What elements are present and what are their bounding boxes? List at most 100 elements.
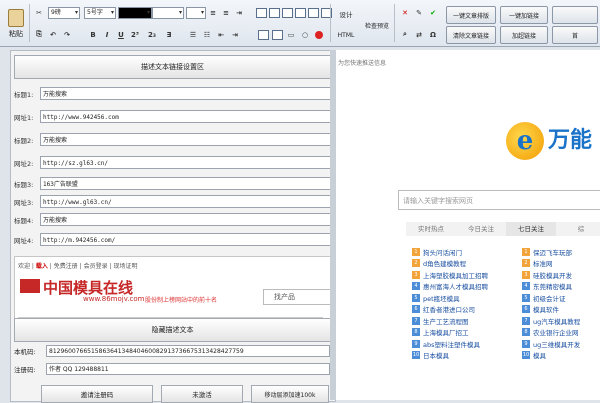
url-input-1[interactable]: http://www.942456.com [40, 110, 332, 123]
check-icon[interactable]: ✔ [426, 6, 440, 19]
news-link[interactable]: 上海塑胶模具加工招聘 [423, 270, 488, 280]
speed-button[interactable]: 移动层添加速100k [251, 385, 329, 403]
text-color-select[interactable] [118, 7, 152, 19]
italic-icon[interactable]: I [100, 28, 114, 41]
table-icon[interactable] [280, 6, 294, 19]
news-link[interactable]: 保迈飞车玩部 [533, 247, 572, 257]
hyperlink-button[interactable]: 加超链接 [500, 26, 548, 44]
outdent-icon[interactable]: ⇤ [214, 28, 228, 41]
list-item[interactable]: 9 abs塑料注塑件模具 [412, 338, 488, 350]
url-input-4[interactable]: http://m.942456.com/ [40, 233, 332, 246]
news-link[interactable]: 狗头问话闲门 [423, 247, 462, 257]
tab-realtime[interactable]: 实时热点 [406, 222, 456, 236]
strike-icon[interactable]: ∃ [162, 28, 176, 41]
list-item[interactable]: 2 标准网 [522, 258, 580, 270]
ad-search-input[interactable]: 找产品 [263, 289, 330, 305]
find-icon[interactable]: ⌕ [398, 28, 412, 41]
indent-more-icon[interactable]: ⇥ [228, 28, 242, 41]
preview-button[interactable]: 检查预览 [362, 8, 392, 42]
special-char-icon[interactable]: Ω [426, 28, 440, 41]
settings-area-button[interactable]: 描述文本链接设置区 [14, 55, 331, 79]
ad-link[interactable]: 免费注册 [54, 263, 78, 270]
subscript-icon[interactable]: 2₃ [145, 28, 159, 41]
image-icon[interactable] [254, 6, 268, 19]
ad-banner[interactable]: 欢迎 | 载入 | 免费注册 | 会员登录 | 现场证明 中国模具在线 www.… [14, 256, 331, 326]
url-input-2[interactable]: http://sz.gl63.cn/ [40, 156, 332, 169]
paste-button[interactable]: 粘贴 [4, 4, 28, 44]
box-icon[interactable] [256, 28, 270, 41]
align-center-icon[interactable]: ≡ [219, 6, 233, 19]
news-link[interactable]: d角色建模教程 [423, 258, 466, 268]
add-link-button[interactable]: 一键加链接 [500, 6, 548, 24]
news-link[interactable]: 日本模具 [423, 350, 449, 360]
font-size-select[interactable]: 9磅 [48, 7, 80, 19]
title-input-2[interactable]: 万能搜索 [40, 133, 332, 146]
title-input-1[interactable]: 万能搜索 [40, 87, 332, 100]
reg-code-field[interactable]: 作者 QQ 129488811 [46, 363, 330, 375]
address-bar[interactable]: 为您快速推送信息 [336, 58, 600, 68]
extra-button-2[interactable]: 首 [552, 26, 598, 44]
list-item[interactable]: 4 东莞精密模具 [522, 281, 580, 293]
align-left-icon[interactable]: ≡ [206, 6, 220, 19]
format-article-button[interactable]: 一键文章排版 [446, 6, 496, 24]
delete-icon[interactable]: ✕ [398, 6, 412, 19]
list-item[interactable]: 8 农业银行企业网 [522, 327, 580, 339]
list-item[interactable]: 5 pet瓶坯模具 [412, 292, 488, 304]
news-link[interactable]: 模具软件 [533, 304, 559, 314]
copy-icon[interactable]: ⎘ [32, 28, 46, 41]
news-link[interactable]: 红香者港进口公司 [423, 304, 475, 314]
record-icon[interactable] [312, 28, 326, 41]
news-link[interactable]: 农业银行企业网 [533, 327, 579, 337]
list-item[interactable]: 3 上海塑胶模具加工招聘 [412, 269, 488, 281]
list-item[interactable]: 10 日本模具 [412, 350, 488, 362]
numbered-list-icon[interactable]: ☷ [200, 28, 214, 41]
undo-icon[interactable]: ↶ [46, 28, 60, 41]
underline-icon[interactable]: U [114, 28, 128, 41]
clear-links-button[interactable]: 清除文章链接 [446, 26, 496, 44]
html-tab[interactable]: HTML [334, 28, 358, 42]
news-link[interactable]: ug三维模具开发 [533, 339, 580, 349]
news-link[interactable]: 惠州富海人才模具招聘 [423, 281, 488, 291]
news-link[interactable]: 标准网 [533, 258, 553, 268]
ad-link[interactable]: 载入 [36, 263, 48, 270]
news-link[interactable]: 初级会计证 [533, 293, 566, 303]
design-tab[interactable]: 设计 [334, 7, 358, 21]
list-item[interactable]: 9 ug三维模具开发 [522, 338, 580, 350]
invite-code-button[interactable]: 邀请注册码 [41, 385, 153, 403]
pen-icon[interactable]: ✎ [412, 6, 426, 19]
cut-icon[interactable]: ✂ [32, 6, 46, 19]
extra-button-1[interactable] [552, 6, 598, 24]
picture-icon[interactable] [267, 6, 281, 19]
hide-text-button[interactable]: 隐藏描述文本 [14, 318, 331, 342]
news-link[interactable]: 东莞精密模具 [533, 281, 572, 291]
news-link[interactable]: ug汽车模具教程 [533, 316, 580, 326]
frame-icon[interactable] [270, 28, 284, 41]
line-width-select[interactable] [186, 7, 206, 19]
flash-icon[interactable] [293, 6, 307, 19]
machine-code-field[interactable]: 8129600766515863641348404600829137366753… [46, 345, 330, 357]
news-link[interactable]: 硅胶模具开发 [533, 270, 572, 280]
font-name-select[interactable]: 5号字 [84, 7, 116, 19]
bold-icon[interactable]: B [86, 28, 100, 41]
list-item[interactable]: 10 模具 [522, 350, 580, 362]
media-icon[interactable] [306, 6, 320, 19]
title-input-3[interactable]: 163广告联盟 [40, 177, 332, 190]
superscript-icon[interactable]: 2³ [128, 28, 142, 41]
redo-icon[interactable]: ↷ [60, 28, 74, 41]
list-item[interactable]: 7 生产工艺流程图 [412, 315, 488, 327]
activate-button[interactable]: 未激活 [161, 385, 243, 403]
list-item[interactable]: 1 保迈飞车玩部 [522, 246, 580, 258]
hr-icon[interactable]: ▭ [284, 28, 298, 41]
news-link[interactable]: abs塑料注塑件模具 [423, 339, 480, 349]
indent-icon[interactable]: ⇥ [232, 6, 246, 19]
ad-link[interactable]: 欢迎 [18, 263, 30, 270]
tab-week[interactable]: 七日关注 [506, 222, 556, 236]
replace-icon[interactable]: ⇄ [412, 28, 426, 41]
ad-link[interactable]: 会员登录 [84, 263, 108, 270]
tab-more[interactable]: 综 [556, 222, 600, 236]
ad-link[interactable]: 现场证明 [113, 263, 137, 270]
tab-today[interactable]: 今日关注 [456, 222, 506, 236]
list-item[interactable]: 2 d角色建模教程 [412, 258, 488, 270]
news-link[interactable]: 模具 [533, 350, 546, 360]
url-input-3[interactable]: http://www.gl63.cn/ [40, 195, 332, 208]
